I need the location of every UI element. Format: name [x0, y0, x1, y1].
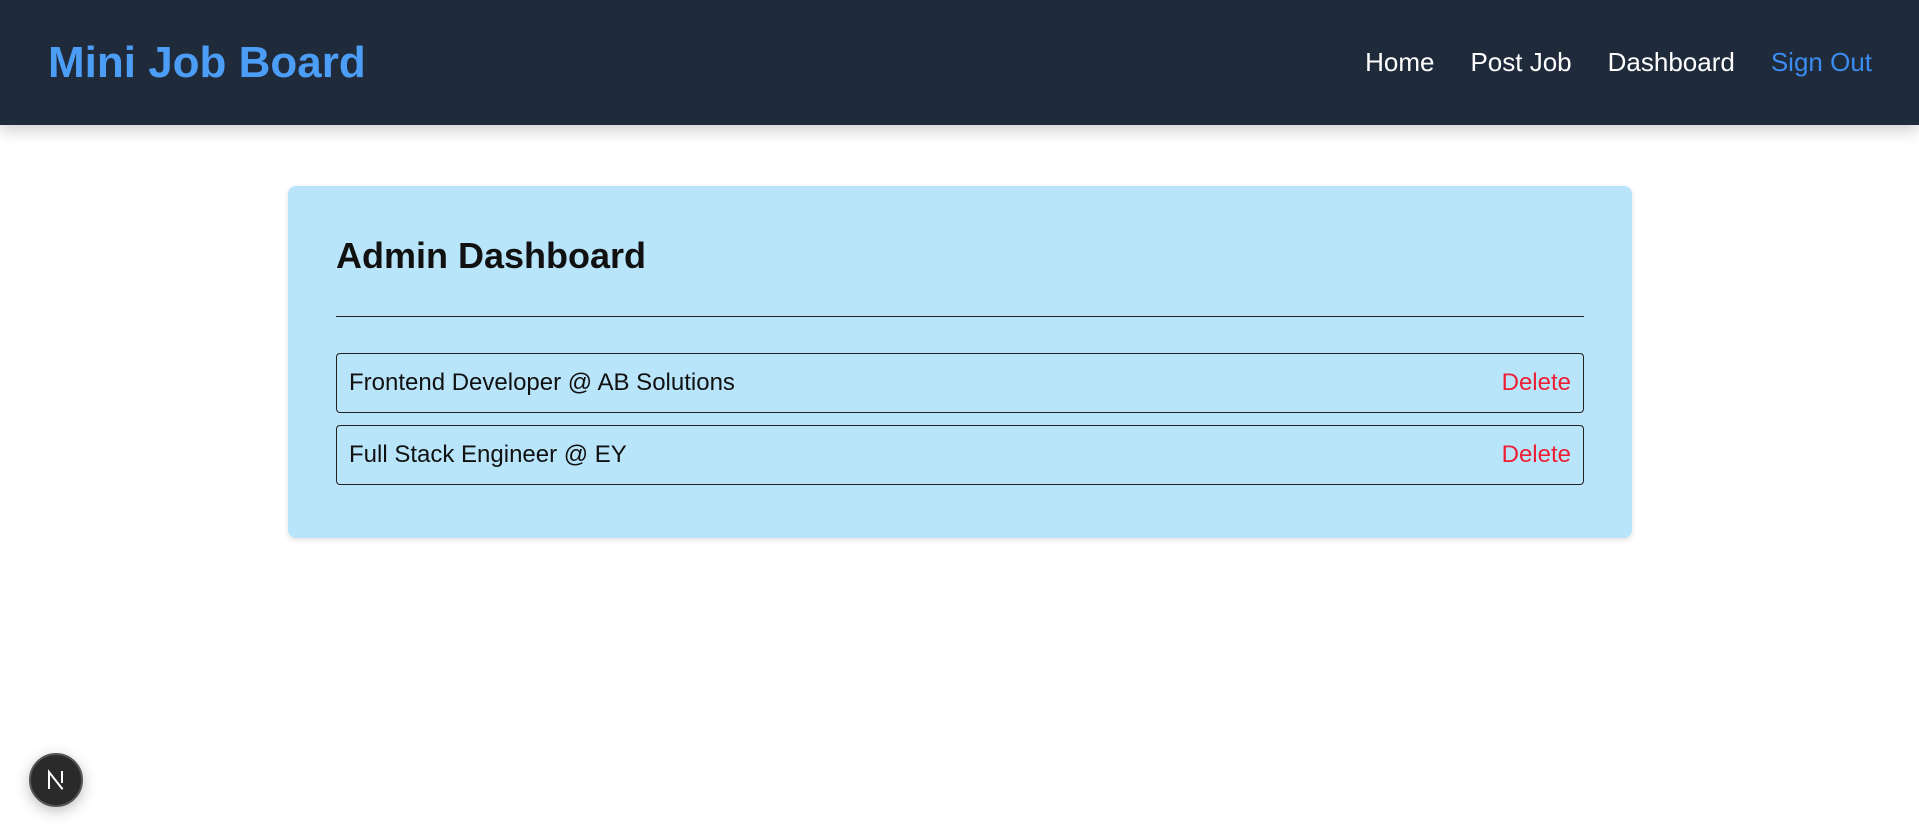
nextjs-logo-icon	[45, 769, 67, 791]
nav-post-job-link[interactable]: Post Job	[1470, 47, 1571, 78]
admin-dashboard-card: Admin Dashboard Frontend Developer @ AB …	[288, 186, 1632, 538]
nav-home-link[interactable]: Home	[1365, 47, 1434, 78]
job-title: Frontend Developer @ AB Solutions	[349, 369, 735, 396]
nextjs-dev-tools-button[interactable]	[29, 753, 83, 807]
brand-logo-link[interactable]: Mini Job Board	[48, 38, 366, 88]
job-row: Full Stack Engineer @ EY Delete	[336, 425, 1584, 485]
nav-links: Home Post Job Dashboard Sign Out	[1365, 47, 1872, 78]
job-row: Frontend Developer @ AB Solutions Delete	[336, 353, 1584, 413]
page-title: Admin Dashboard	[336, 235, 647, 276]
nav-dashboard-link[interactable]: Dashboard	[1608, 47, 1735, 78]
delete-job-button[interactable]: Delete	[1502, 441, 1571, 469]
divider	[336, 316, 1584, 317]
job-title: Full Stack Engineer @ EY	[349, 441, 627, 468]
job-list: Frontend Developer @ AB Solutions Delete…	[336, 353, 1584, 485]
top-navbar: Mini Job Board Home Post Job Dashboard S…	[0, 0, 1919, 125]
delete-job-button[interactable]: Delete	[1502, 369, 1571, 397]
sign-out-link[interactable]: Sign Out	[1771, 47, 1872, 78]
